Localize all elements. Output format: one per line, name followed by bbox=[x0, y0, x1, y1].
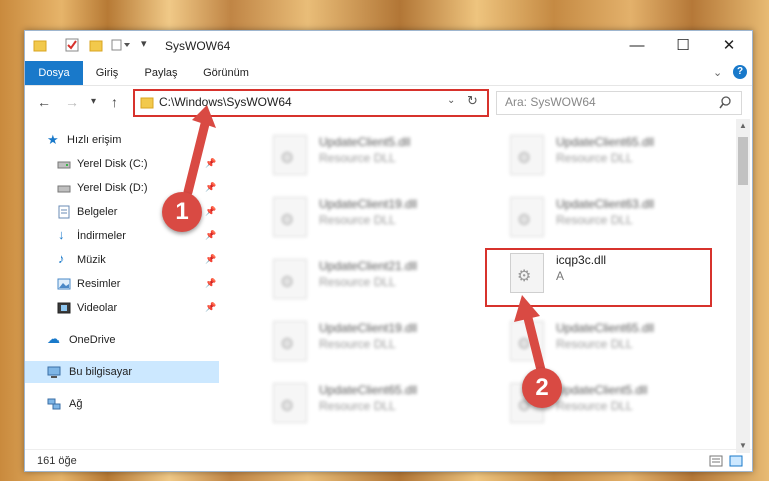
arrow-1-shaft bbox=[183, 119, 210, 197]
arrow-2-shaft bbox=[523, 313, 547, 379]
step-marker-1: 1 bbox=[162, 192, 202, 232]
annotation-arrows bbox=[183, 105, 547, 379]
arrow-2-head bbox=[514, 295, 540, 322]
step-marker-2: 2 bbox=[522, 368, 562, 408]
